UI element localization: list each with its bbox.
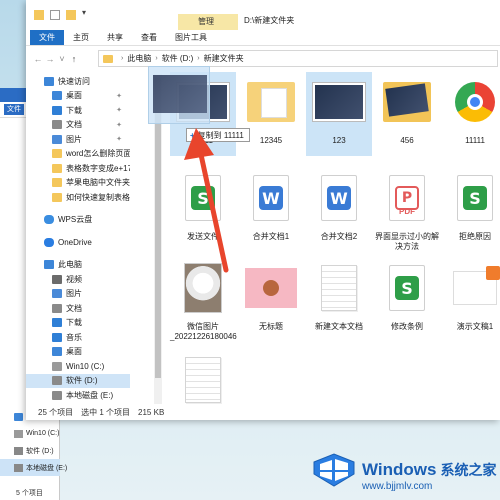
watermark-brand: Windows xyxy=(362,460,437,479)
windows-logo-icon xyxy=(313,453,355,487)
watermark-url: www.bjjmlv.com xyxy=(362,481,433,492)
annotation-arrow xyxy=(184,128,229,273)
watermark-sub: 系统之家 xyxy=(440,462,497,478)
